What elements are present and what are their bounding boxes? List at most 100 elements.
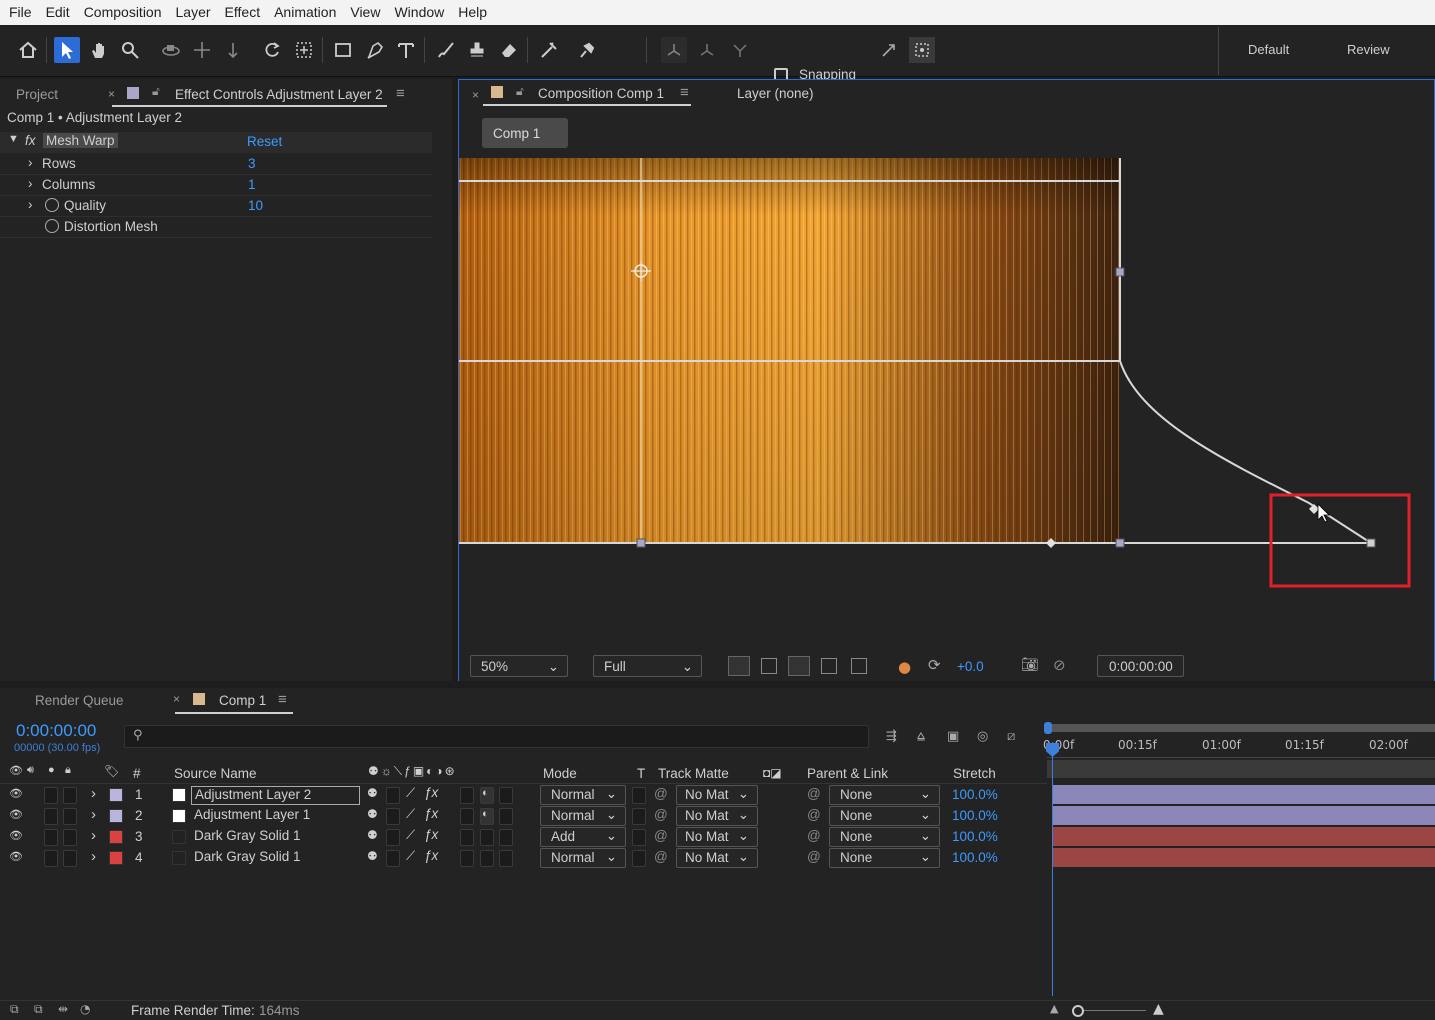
comp-viewer[interactable] [459, 158, 1434, 648]
motion-blur-switch[interactable] [460, 808, 474, 825]
stretch-header[interactable]: Stretch [953, 766, 996, 781]
tab-composition[interactable]: Composition Comp 1 [538, 86, 664, 101]
3d-switch[interactable] [499, 787, 513, 804]
fx-icon[interactable]: fx [25, 133, 36, 148]
frame-blending-icon[interactable]: ▣ [947, 729, 959, 744]
workspace-default[interactable]: Default [1248, 42, 1289, 57]
show-snapshot-icon[interactable]: ⊘ [1053, 656, 1066, 674]
track-matte-dropdown[interactable]: No Mat ⌄ [676, 806, 758, 826]
mode-header[interactable]: Mode [543, 766, 577, 781]
label-color-swatch[interactable] [109, 788, 123, 802]
region-interest-icon[interactable] [821, 658, 837, 674]
preserve-transparency-toggle[interactable] [632, 787, 646, 804]
orbit-camera-icon[interactable] [158, 37, 184, 63]
world-axis-icon[interactable] [694, 37, 720, 63]
label-color-swatch[interactable] [109, 851, 123, 865]
layer-name[interactable]: Adjustment Layer 2 [191, 786, 360, 805]
lock-icon[interactable]: 🔓︎ [152, 84, 160, 99]
brush-tool-icon[interactable] [433, 37, 459, 63]
chevron-right-icon[interactable]: › [91, 827, 96, 844]
matte-pickwhip-icon[interactable]: @ [654, 807, 668, 822]
rows-value[interactable]: 3 [248, 156, 256, 171]
pan-camera-icon[interactable] [189, 37, 215, 63]
workspace-review[interactable]: Review [1347, 42, 1390, 57]
matte-pickwhip-icon[interactable]: @ [654, 849, 668, 864]
bezier-handle[interactable] [1309, 504, 1319, 514]
zoom-slider-track[interactable] [1084, 1010, 1146, 1011]
video-eye-icon[interactable]: 👁︎ [9, 764, 23, 777]
parent-dropdown[interactable]: None ⌄ [829, 827, 940, 847]
solo-toggle[interactable] [44, 829, 58, 846]
tab-project[interactable]: Project [16, 87, 58, 102]
preserve-transparency-toggle[interactable] [632, 808, 646, 825]
eye-icon[interactable]: 👁︎ [9, 829, 23, 842]
zoom-tool-icon[interactable] [117, 37, 143, 63]
comp-breadcrumb-button[interactable]: Comp 1 [482, 118, 568, 148]
motion-blur-switch[interactable] [460, 829, 474, 846]
lock-toggle[interactable] [63, 829, 77, 846]
chevron-right-icon[interactable]: › [91, 785, 96, 802]
timecode-display[interactable]: 0:00:00:00 [1097, 655, 1184, 677]
layer-duration-bar[interactable] [1053, 785, 1435, 805]
view-axis-icon[interactable] [727, 37, 753, 63]
shy-switch-icon[interactable]: ⚉ [367, 807, 378, 821]
current-time[interactable]: 0:00:00:00 [16, 721, 96, 741]
shy-switch-icon[interactable]: ⚉ [367, 828, 378, 842]
layer-switches-toggle-icon[interactable]: ⧉ [10, 1002, 19, 1017]
preserve-transparency-toggle[interactable] [632, 850, 646, 867]
effect-row-mesh-warp[interactable]: ▼ fx Mesh Warp Reset [0, 132, 432, 153]
resolution-dropdown[interactable]: Full ⌄ [593, 655, 702, 677]
adjustment-switch[interactable] [480, 829, 494, 846]
parent-pickwhip-icon[interactable]: @ [807, 849, 821, 864]
parent-pickwhip-icon[interactable]: @ [807, 828, 821, 843]
parent-dropdown[interactable]: None ⌄ [829, 806, 940, 826]
stretch-value[interactable]: 100.0% [952, 787, 998, 802]
adjustment-switch[interactable]: ◐ [480, 787, 494, 804]
exposure-value[interactable]: +0.0 [957, 659, 984, 674]
panel-menu-icon[interactable]: ≡ [680, 84, 689, 101]
source-name-header[interactable]: Source Name [174, 766, 257, 781]
3d-switch[interactable] [499, 808, 513, 825]
snap-grid-icon[interactable] [909, 37, 935, 63]
menu-window[interactable]: Window [387, 0, 451, 25]
quality-switch-icon[interactable]: ⟋ [406, 806, 415, 822]
search-input[interactable]: ⚲ [124, 725, 869, 748]
tab-effect-controls[interactable]: Effect Controls Adjustment Layer 2 [175, 87, 383, 102]
chevron-right-icon[interactable]: › [91, 848, 96, 865]
lock-toggle[interactable] [63, 850, 77, 867]
layer-row[interactable]: 👁︎ › 1 Adjustment Layer 2 ⚉ ⟋ ƒx ◐ Norma… [0, 785, 1047, 806]
motion-blur-icon[interactable]: ◎ [977, 729, 988, 744]
motion-blur-switch[interactable] [460, 787, 474, 804]
mode-dropdown[interactable]: Normal ⌄ [540, 785, 626, 805]
menu-composition[interactable]: Composition [77, 0, 169, 25]
mode-dropdown[interactable]: Normal ⌄ [540, 806, 626, 826]
layer-duration-bar[interactable] [1053, 827, 1435, 847]
mode-dropdown[interactable]: Add ⌄ [540, 827, 626, 847]
type-tool-icon[interactable] [393, 37, 419, 63]
param-row-quality[interactable]: › Quality 10 [0, 196, 432, 217]
3d-switch[interactable] [499, 850, 513, 867]
in-out-toggle-icon[interactable]: ⇹ [58, 1002, 68, 1016]
zoom-in-icon[interactable]: ▲ [1153, 1001, 1164, 1017]
color-management-icon[interactable]: ⟳ [928, 656, 941, 674]
work-area-start-handle[interactable] [1044, 722, 1052, 734]
rectangle-tool-icon[interactable] [330, 37, 356, 63]
menu-help[interactable]: Help [451, 0, 494, 25]
time-ruler[interactable]: 0:00f 00:15f 01:00f 01:15f 02:00f [1043, 736, 1435, 758]
work-area-bar[interactable] [1047, 724, 1435, 732]
eye-icon[interactable]: 👁︎ [9, 850, 23, 863]
chevron-right-icon[interactable]: › [28, 155, 33, 170]
zoom-slider-handle[interactable] [1072, 1005, 1084, 1017]
3d-switch[interactable] [499, 829, 513, 846]
stretch-value[interactable]: 100.0% [952, 808, 998, 823]
stretch-value[interactable]: 100.0% [952, 829, 998, 844]
label-color-swatch[interactable] [109, 830, 123, 844]
selection-tool-icon[interactable] [54, 37, 80, 63]
quality-switch-icon[interactable]: ⟋ [406, 848, 415, 864]
motion-blur-switch[interactable] [460, 850, 474, 867]
label-color-swatch[interactable] [109, 809, 123, 823]
panel-menu-icon[interactable]: ≡ [278, 691, 287, 708]
channel-icon[interactable]: ● [898, 658, 911, 676]
puppet-pin-icon[interactable] [574, 37, 600, 63]
adjustment-switch[interactable]: ◐ [480, 808, 494, 825]
